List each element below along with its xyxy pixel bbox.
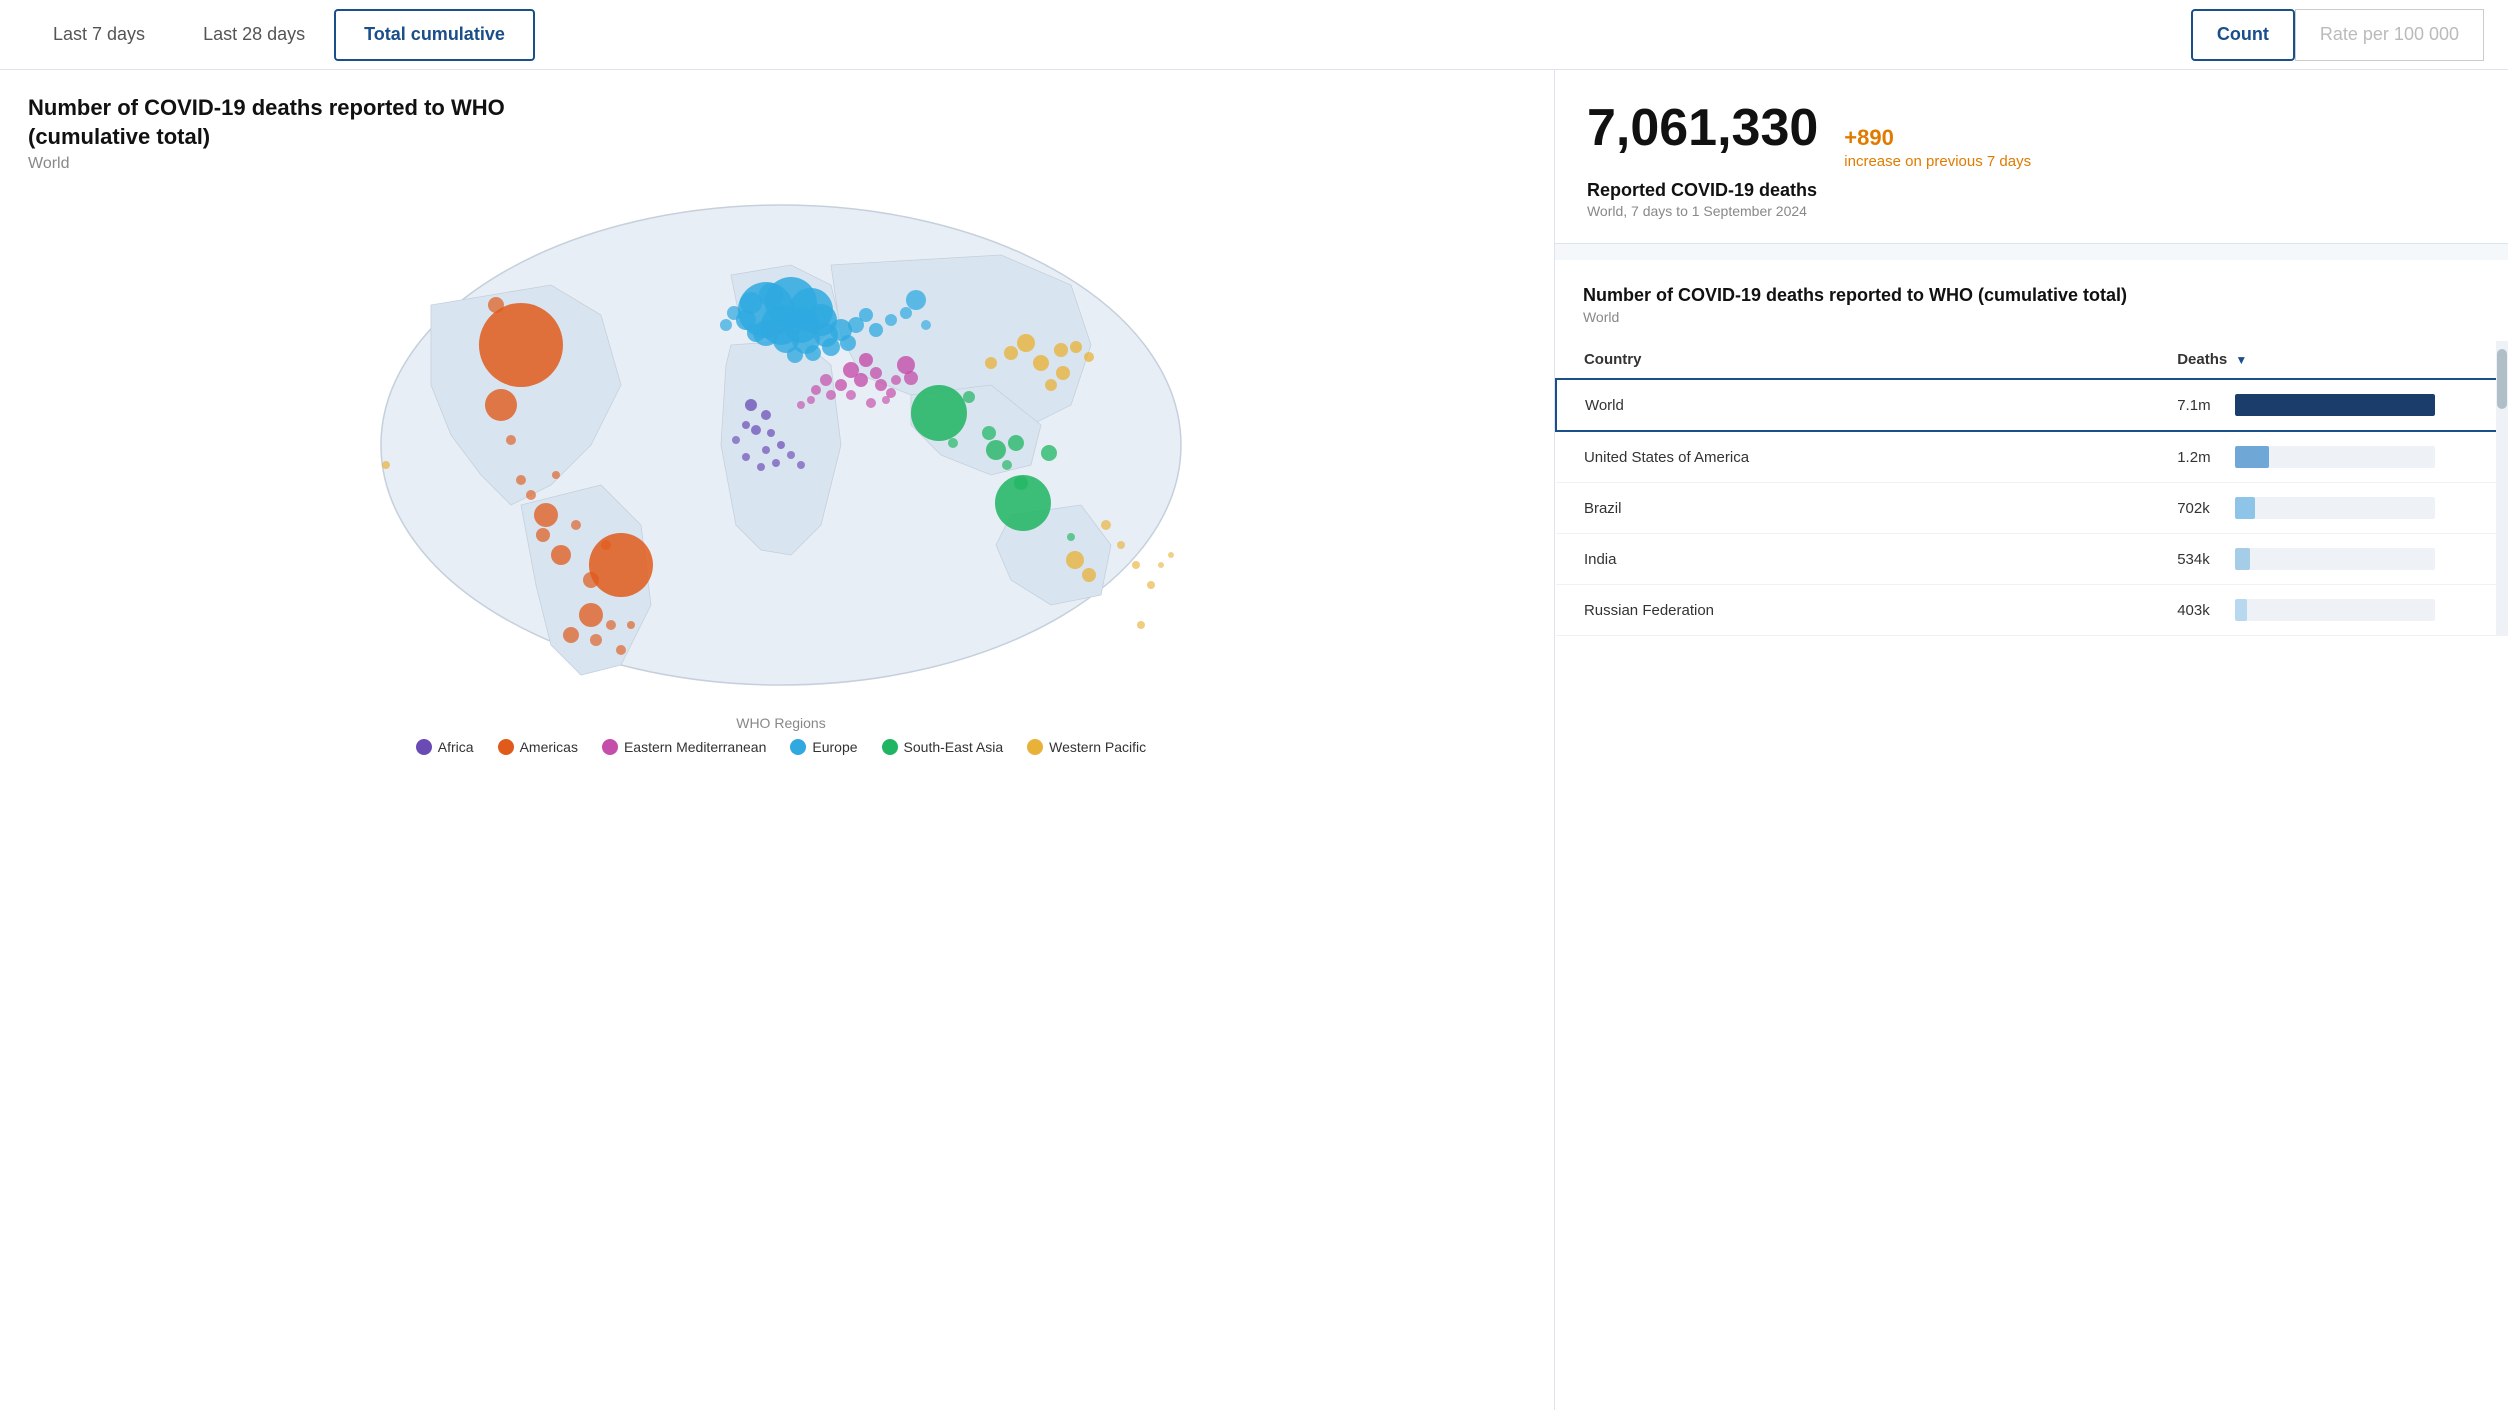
table-row: Russian Federation 403k <box>1556 585 2507 636</box>
view-toggle: Count Rate per 100 000 <box>2191 9 2484 61</box>
legend-label-western-pacific: Western Pacific <box>1049 739 1146 755</box>
legend-item-europe: Europe <box>790 739 857 755</box>
legend-item-se-asia: South-East Asia <box>882 739 1004 755</box>
change-value: +890 <box>1844 125 1894 151</box>
row-country-world: World <box>1556 379 2149 431</box>
sort-icon: ▼ <box>2235 353 2247 367</box>
main-content: Number of COVID-19 deaths reported to WH… <box>0 70 2508 1410</box>
left-panel: Number of COVID-19 deaths reported to WH… <box>0 70 1555 1410</box>
legend-item-americas: Americas <box>498 739 578 755</box>
row-country-usa: United States of America <box>1556 431 2149 483</box>
legend-label-africa: Africa <box>438 739 474 755</box>
tab-last-28-days[interactable]: Last 28 days <box>174 9 334 61</box>
bar-track-india <box>2235 548 2435 570</box>
bar-value-india: 534k <box>2177 551 2225 568</box>
legend-dot-americas <box>498 739 514 755</box>
legend-label-se-asia: South-East Asia <box>904 739 1004 755</box>
row-deaths-india: 534k <box>2149 534 2507 585</box>
legend-label-eastern-med: Eastern Mediterranean <box>624 739 766 755</box>
bar-track-brazil <box>2235 497 2435 519</box>
header: Last 7 days Last 28 days Total cumulativ… <box>0 0 2508 70</box>
row-country-brazil: Brazil <box>1556 483 2149 534</box>
map-legend: WHO Regions Africa Americas Eastern Medi… <box>28 715 1534 771</box>
right-panel: 7,061,330 +890 increase on previous 7 da… <box>1555 70 2508 1410</box>
legend-label-europe: Europe <box>812 739 857 755</box>
legend-items: Africa Americas Eastern Mediterranean Eu… <box>28 739 1534 755</box>
col-deaths-label: Deaths <box>2177 351 2227 368</box>
row-deaths-world: 7.1m <box>2149 379 2507 431</box>
legend-dot-europe <box>790 739 806 755</box>
legend-item-western-pacific: Western Pacific <box>1027 739 1146 755</box>
table-row: Brazil 702k <box>1556 483 2507 534</box>
scrollbar-thumb[interactable] <box>2497 349 2507 409</box>
scrollbar-track[interactable] <box>2496 341 2508 636</box>
bar-value-world: 7.1m <box>2177 397 2225 414</box>
big-number: 7,061,330 <box>1587 98 1818 158</box>
table-scroll-area: Country Deaths ▼ World 7.1 <box>1555 341 2508 636</box>
row-deaths-brazil: 702k <box>2149 483 2507 534</box>
col-country: Country <box>1556 341 2149 379</box>
bar-track-usa <box>2235 446 2435 468</box>
table-card: Number of COVID-19 deaths reported to WH… <box>1555 260 2508 1410</box>
table-row: United States of America 1.2m <box>1556 431 2507 483</box>
bar-fill-brazil <box>2235 497 2255 519</box>
time-tabs: Last 7 days Last 28 days Total cumulativ… <box>24 9 535 61</box>
table-title: Number of COVID-19 deaths reported to WH… <box>1555 284 2508 307</box>
legend-dot-eastern-med <box>602 739 618 755</box>
bar-fill-usa <box>2235 446 2269 468</box>
tab-total-cumulative[interactable]: Total cumulative <box>334 9 535 61</box>
chart-title: Number of COVID-19 deaths reported to WH… <box>28 94 628 151</box>
table-subtitle: World <box>1555 309 2508 325</box>
bar-value-russia: 403k <box>2177 602 2225 619</box>
deaths-table: Country Deaths ▼ World 7.1 <box>1555 341 2508 636</box>
change-label: increase on previous 7 days <box>1844 153 2031 170</box>
bar-track-world <box>2235 394 2435 416</box>
row-deaths-russia: 403k <box>2149 585 2507 636</box>
legend-dot-western-pacific <box>1027 739 1043 755</box>
chart-subtitle: World <box>28 155 1534 173</box>
bar-value-usa: 1.2m <box>2177 449 2225 466</box>
bar-fill-world <box>2235 394 2435 416</box>
legend-label-americas: Americas <box>520 739 578 755</box>
legend-item-eastern-med: Eastern Mediterranean <box>602 739 766 755</box>
legend-dot-africa <box>416 739 432 755</box>
row-country-india: India <box>1556 534 2149 585</box>
table-row: World 7.1m <box>1556 379 2507 431</box>
stats-card: 7,061,330 +890 increase on previous 7 da… <box>1555 70 2508 244</box>
view-rate-button[interactable]: Rate per 100 000 <box>2295 9 2484 61</box>
row-country-russia: Russian Federation <box>1556 585 2149 636</box>
bar-fill-russia <box>2235 599 2246 621</box>
stat-period: World, 7 days to 1 September 2024 <box>1587 203 2476 219</box>
legend-title: WHO Regions <box>28 715 1534 731</box>
view-count-button[interactable]: Count <box>2191 9 2295 61</box>
world-map-svg <box>28 185 1534 705</box>
bar-fill-india <box>2235 548 2250 570</box>
col-deaths[interactable]: Deaths ▼ <box>2149 341 2507 379</box>
table-header-row: Country Deaths ▼ <box>1556 341 2507 379</box>
bar-value-brazil: 702k <box>2177 500 2225 517</box>
map-container <box>28 185 1534 705</box>
legend-item-africa: Africa <box>416 739 474 755</box>
tab-last-7-days[interactable]: Last 7 days <box>24 9 174 61</box>
legend-dot-se-asia <box>882 739 898 755</box>
bar-track-russia <box>2235 599 2435 621</box>
table-row: India 534k <box>1556 534 2507 585</box>
stat-label: Reported COVID-19 deaths <box>1587 180 2476 201</box>
row-deaths-usa: 1.2m <box>2149 431 2507 483</box>
